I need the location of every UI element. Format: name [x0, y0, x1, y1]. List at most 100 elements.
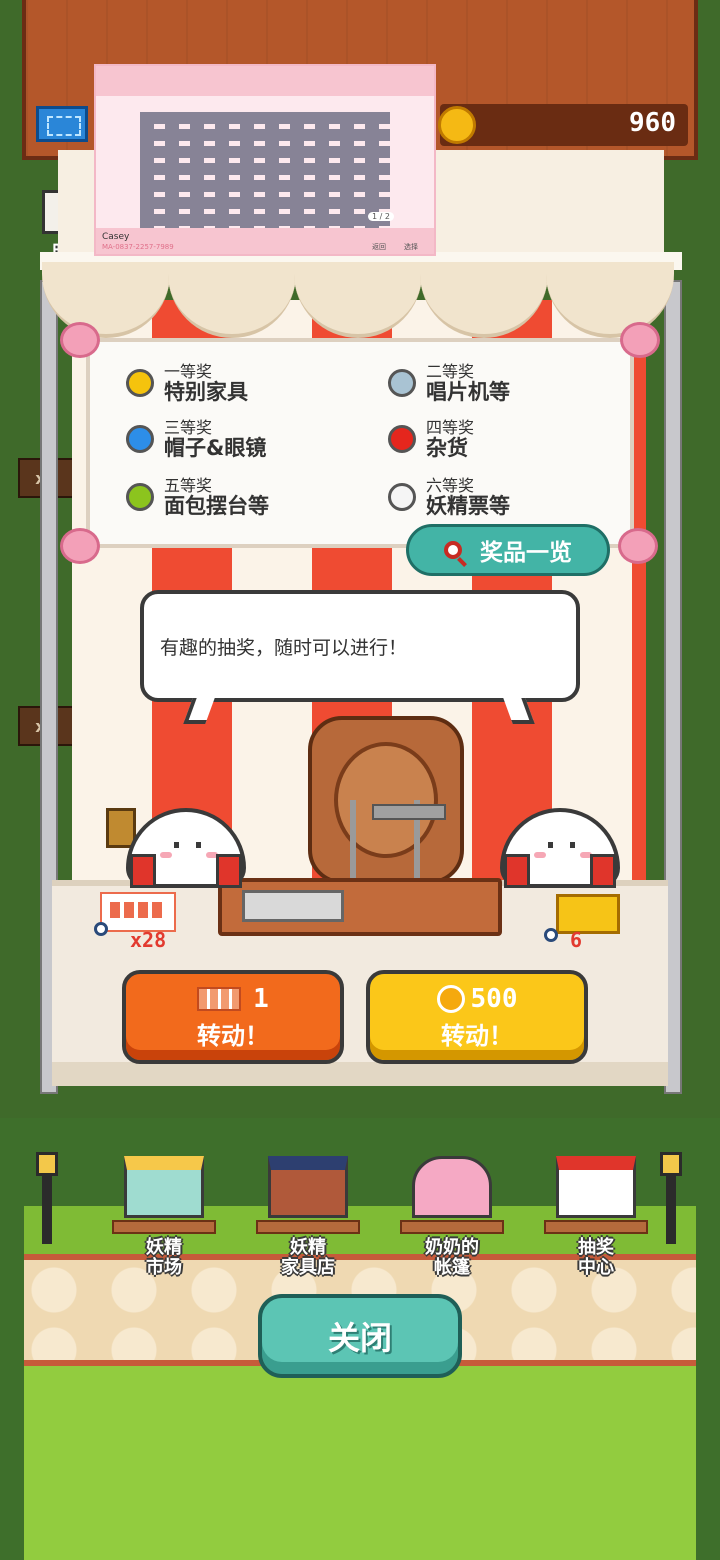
ticket-icon[interactable]	[36, 106, 88, 142]
ticket-icon	[197, 986, 242, 1011]
prize-list-button[interactable]: 奖品一览	[406, 524, 610, 576]
mascot-sleeve	[216, 854, 242, 888]
nav-label: 妖精 家具店	[248, 1238, 368, 1278]
spin-cost-row: 500	[436, 983, 518, 1014]
white-gem-icon	[388, 483, 416, 512]
prize-fifth: 五等奖 面包摆台等	[126, 476, 269, 518]
nav-label-line: 中心	[578, 1257, 614, 1278]
green-gem-icon	[126, 483, 154, 512]
ticket-stack-icon[interactable]	[100, 892, 176, 932]
prize-rank: 五等奖	[164, 476, 213, 495]
nav-base	[544, 1220, 648, 1234]
nav-label-line: 市场	[146, 1257, 182, 1278]
furniture-shop-icon	[268, 1156, 348, 1218]
nav-fairy-market[interactable]: 妖精 市场	[104, 1156, 224, 1278]
mascot-eye	[196, 842, 201, 848]
prize-second: 二等奖 唱片机等	[388, 362, 510, 404]
preview-select-label: 选择	[404, 243, 418, 251]
nav-base	[112, 1220, 216, 1234]
prize-rank: 六等奖	[426, 476, 475, 495]
prize-third: 三等奖 帽子&眼镜	[126, 418, 267, 460]
close-label: 关闭	[327, 1319, 392, 1357]
spin-with-coins-button[interactable]: 500 转动！	[366, 970, 588, 1064]
prize-item: 帽子&眼镜	[164, 435, 267, 460]
ticket-cost: 1	[253, 983, 269, 1014]
close-button[interactable]: 关闭	[258, 1294, 462, 1378]
street-lamp	[660, 1152, 682, 1244]
market-building-icon	[124, 1156, 204, 1218]
prize-list-label: 奖品一览	[480, 540, 572, 566]
lottery-tray	[218, 878, 502, 936]
nav-label: 抽奖 中心	[536, 1238, 656, 1278]
prize-item: 特别家具	[164, 379, 248, 404]
nav-label-line: 奶奶的	[425, 1237, 479, 1258]
yellow-gem-icon	[126, 369, 154, 398]
nav-label-line: 家具店	[281, 1257, 335, 1278]
red-gem-icon	[388, 425, 416, 454]
mascot-sleeve	[590, 854, 616, 888]
nav-label-line: 妖精	[146, 1237, 182, 1258]
prize-first: 一等奖 特别家具	[126, 362, 248, 404]
coin-count: 960	[629, 108, 676, 138]
mascot-cheek	[534, 852, 546, 858]
speech-text: 有趣的抽奖，随时可以进行！	[160, 636, 408, 659]
grass-lower	[24, 1366, 696, 1560]
booth-counter-edge	[52, 1062, 668, 1086]
preview-player-name: Casey	[102, 232, 130, 242]
nav-label: 妖精 市场	[104, 1238, 224, 1278]
prize-rank: 三等奖	[164, 418, 213, 437]
speech-bubble: 有趣的抽奖，随时可以进行！	[140, 590, 580, 702]
mascot-eye	[570, 842, 575, 848]
flower-decoration	[618, 528, 658, 564]
magnifier-icon	[444, 541, 462, 559]
screenshot-preview[interactable]: Casey MA-0837-2257-7989	[94, 64, 436, 256]
flower-decoration	[620, 322, 660, 358]
nav-base	[256, 1220, 360, 1234]
mascot-sleeve	[504, 854, 530, 888]
street-lamp	[36, 1152, 58, 1244]
magnifier-icon[interactable]	[544, 928, 558, 942]
spin-label: 转动！	[197, 1021, 269, 1050]
nav-label-line: 帐篷	[434, 1257, 470, 1278]
prize-item: 唱片机等	[426, 379, 510, 404]
preview-header	[96, 66, 434, 96]
tent-icon	[412, 1156, 492, 1218]
nav-label: 奶奶的 帐篷	[392, 1238, 512, 1278]
coin-icon	[438, 106, 476, 144]
golden-ticket-icon[interactable]	[556, 894, 620, 934]
lottery-crank	[372, 804, 446, 820]
mascot-cheek	[160, 852, 172, 858]
spin-with-ticket-button[interactable]: 1 转动！	[122, 970, 344, 1064]
nav-grandma-tent[interactable]: 奶奶的 帐篷	[392, 1156, 512, 1278]
nav-lottery-center[interactable]: 抽奖 中心	[536, 1156, 656, 1278]
prize-rank: 二等奖	[426, 362, 475, 381]
ticket-count: x28	[130, 928, 167, 952]
prize-table-panel: 一等奖 特别家具 二等奖 唱片机等 三等奖 帽子&眼镜 四等奖 杂货 五等奖 面包摆台等 …	[86, 338, 634, 548]
blue-gem-icon	[126, 425, 154, 454]
prize-item: 面包摆台等	[164, 493, 269, 518]
magnifier-icon[interactable]	[94, 922, 108, 936]
spin-cost-row: 1	[197, 984, 269, 1014]
prize-item: 妖精票等	[426, 493, 510, 518]
lottery-center-icon	[556, 1156, 636, 1218]
nav-base	[400, 1220, 504, 1234]
mascot-eye	[174, 842, 179, 848]
mascot-sleeve	[130, 854, 156, 888]
preview-player-code: MA-0837-2257-7989	[102, 243, 174, 251]
prize-rank: 一等奖	[164, 362, 213, 381]
prize-fourth: 四等奖 杂货	[388, 418, 475, 459]
coin-cost: 500	[470, 983, 518, 1014]
preview-page-indicator: 1 / 2	[368, 212, 394, 221]
nav-label-line: 妖精	[290, 1237, 326, 1258]
silver-gem-icon	[388, 369, 416, 398]
flower-decoration	[60, 528, 100, 564]
preview-back-label: 返回	[372, 243, 386, 251]
nav-fairy-furniture-shop[interactable]: 妖精 家具店	[248, 1156, 368, 1278]
nav-label-line: 抽奖	[578, 1237, 614, 1258]
prize-rank: 四等奖	[426, 418, 475, 437]
coin-icon	[436, 984, 465, 1013]
golden-ticket-count: 6	[570, 928, 583, 952]
prize-sixth: 六等奖 妖精票等	[388, 476, 510, 518]
mascot-eye	[548, 842, 553, 848]
flower-decoration	[60, 322, 100, 358]
